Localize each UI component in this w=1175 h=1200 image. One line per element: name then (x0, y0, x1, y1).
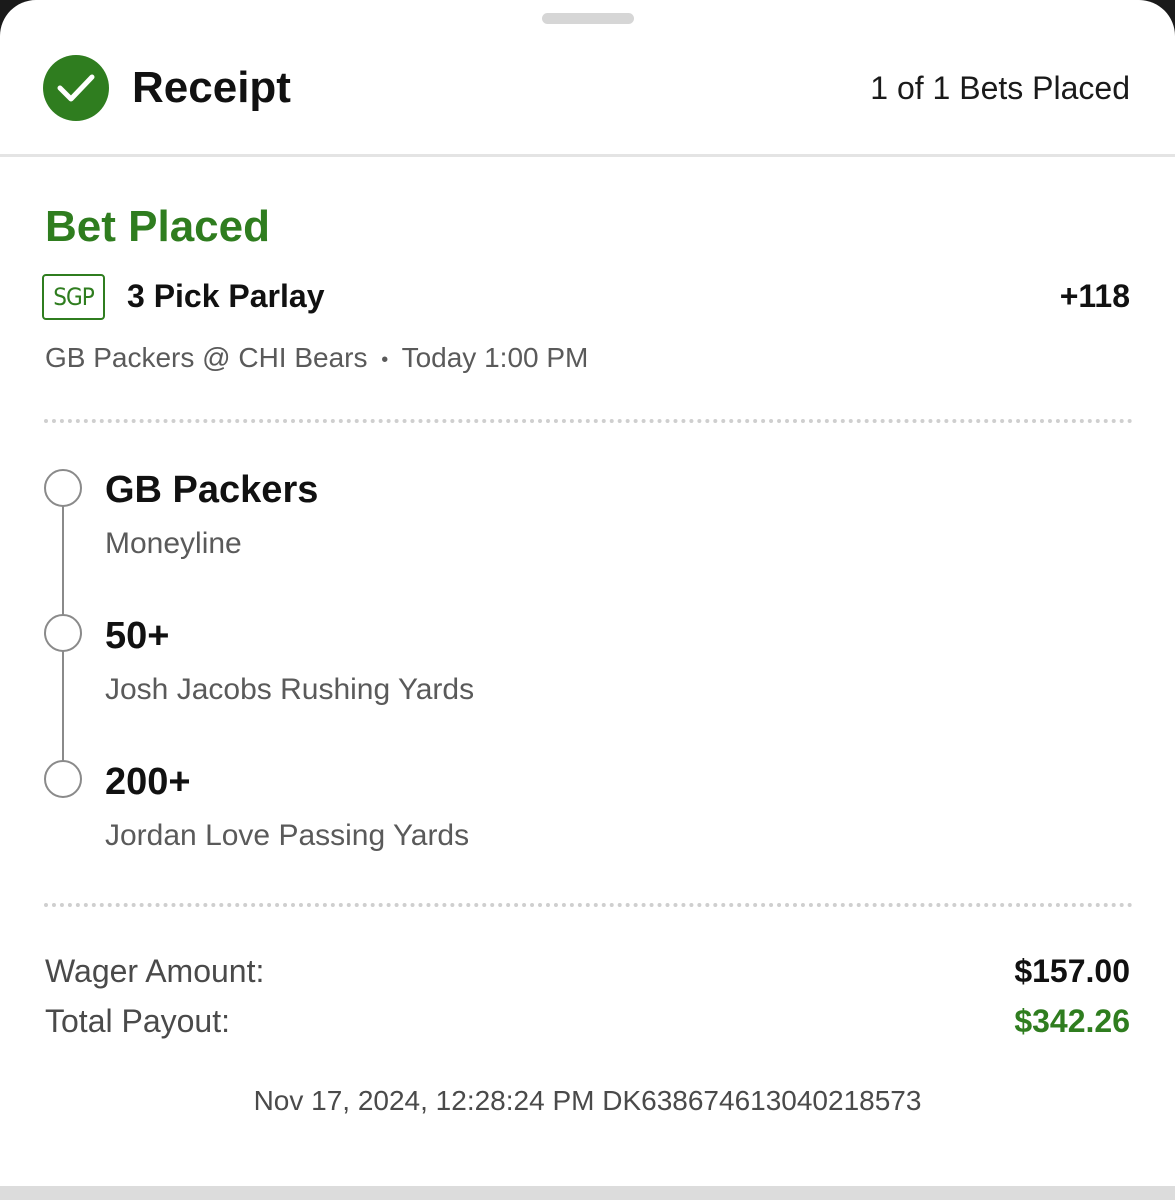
payout-label: Total Payout: (45, 1003, 230, 1039)
sheet-bottom-edge (0, 1186, 1175, 1200)
divider-bottom (44, 903, 1133, 907)
receipt-sheet: Receipt 1 of 1 Bets Placed Bet Placed SG… (0, 0, 1175, 1188)
receipt-header: Receipt 1 of 1 Bets Placed (0, 0, 1175, 157)
game-separator: • (381, 348, 389, 371)
game-time: Today 1:00 PM (401, 342, 589, 373)
leg-title: 200+ (105, 761, 191, 803)
leg-marker-icon (44, 614, 82, 652)
leg-subtitle: Jordan Love Passing Yards (105, 819, 470, 852)
bet-timestamp-id: Nov 17, 2024, 12:28:24 PM DK638674613040… (253, 1085, 922, 1116)
wager-value: $157.00 (1014, 953, 1130, 989)
game-info: GB Packers @ CHI Bears • Today 1:00 PM (45, 340, 588, 378)
bet-status: Bet Placed (45, 202, 270, 251)
leg-title: 50+ (105, 615, 170, 657)
bet-type: 3 Pick Parlay (127, 278, 325, 314)
wager-label: Wager Amount: (45, 953, 265, 989)
sgp-badge: SGP (42, 274, 105, 320)
bet-odds: +118 (1059, 278, 1130, 314)
payout-value: $342.26 (1014, 1003, 1130, 1039)
leg-subtitle: Moneyline (105, 527, 242, 560)
divider-top (44, 419, 1133, 423)
leg-marker-icon (44, 469, 82, 507)
leg-title: GB Packers (105, 469, 319, 511)
bets-placed-count: 1 of 1 Bets Placed (870, 70, 1130, 106)
check-icon (43, 55, 109, 121)
page-title: Receipt (132, 63, 291, 112)
leg-marker-icon (44, 760, 82, 798)
game-matchup: GB Packers @ CHI Bears (45, 342, 368, 373)
leg-subtitle: Josh Jacobs Rushing Yards (105, 673, 475, 706)
